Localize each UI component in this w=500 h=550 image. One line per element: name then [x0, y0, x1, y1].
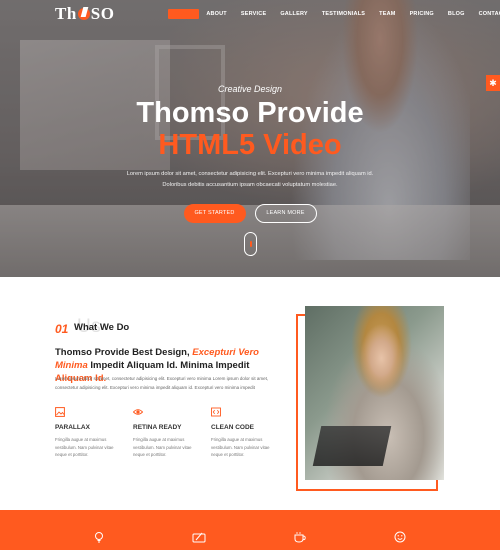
laptop-shape: [312, 426, 392, 466]
feature-text: Fringilla augue at maximus vestibulum. N…: [211, 437, 270, 457]
hero-kicker: Creative Design: [217, 84, 283, 94]
feature-title: PARALLAX: [55, 424, 90, 431]
hero-title-line2: HTML5 Video: [158, 129, 342, 161]
hero-buttons: GET STARTED LEARN MORE: [0, 204, 500, 223]
logo[interactable]: Th SO: [55, 4, 114, 24]
logo-mark-icon: [77, 7, 90, 21]
section-number: 01: [55, 322, 69, 336]
menu-item-about[interactable]: ABOUT: [199, 9, 234, 19]
feature-text: Fringilla augue at maximus vestibulum. N…: [133, 437, 192, 457]
menu-item-blog[interactable]: BLOG: [441, 9, 472, 19]
about-heading-part1: Thomso Provide Best Design,: [55, 347, 190, 358]
drawing-tablet-icon: [192, 530, 206, 543]
menu-item-team[interactable]: TEAM: [372, 9, 402, 19]
feature-list: PARALLAX Fringilla augue at maximus vest…: [55, 407, 295, 459]
top-navigation: Th SO HOME ABOUT SERVICE GALLERY TESTIMO…: [0, 0, 500, 28]
woman-at-laptop-photo: [305, 306, 444, 480]
menu-item-pricing[interactable]: PRICING: [403, 9, 441, 19]
lightbulb-icon: [93, 530, 105, 543]
hero-content: Creative Design Thomso Provide HTML5 Vid…: [0, 84, 500, 223]
logo-text-right: SO: [90, 4, 115, 23]
feature-item: PARALLAX Fringilla augue at maximus vest…: [55, 407, 133, 459]
section-title: What We Do: [74, 322, 130, 333]
hero-title-line1: Thomso Provide: [136, 97, 364, 129]
feature-title: CLEAN CODE: [211, 424, 254, 431]
get-started-button[interactable]: GET STARTED: [183, 204, 246, 223]
hero-lead: Lorem ipsum dolor sit amet, consectetur …: [0, 169, 500, 191]
hero-lead-line1: Lorem ipsum dolor sit amet, consectetur …: [126, 171, 374, 177]
image-icon: [55, 407, 65, 417]
about-heading-part2: Impedit Aliquam Id. Minima Impedit: [90, 360, 250, 371]
menu-item-contact[interactable]: CONTACT US: [472, 9, 500, 19]
menu-item-gallery[interactable]: GALLERY: [273, 9, 314, 19]
scroll-down-icon[interactable]: [244, 232, 257, 256]
main-menu: HOME ABOUT SERVICE GALLERY TESTIMONIALS …: [168, 9, 500, 19]
menu-item-home[interactable]: HOME: [168, 9, 200, 19]
feature-title: RETINA READY: [133, 424, 182, 431]
about-paragraph: Lorem ipsum dolor sit amet, consectetur …: [55, 376, 269, 390]
feature-item: CLEAN CODE Fringilla augue at maximus ve…: [211, 407, 289, 459]
hero-lead-line2: Doloribus debitis accusantium ipsam obca…: [162, 182, 338, 188]
code-icon: [211, 407, 221, 417]
feature-item: RETINA READY Fringilla augue at maximus …: [133, 407, 211, 459]
menu-item-service[interactable]: SERVICE: [234, 9, 273, 19]
hero-section: Th SO HOME ABOUT SERVICE GALLERY TESTIMO…: [0, 0, 500, 277]
feature-text: Fringilla augue at maximus vestibulum. N…: [55, 437, 114, 457]
logo-text-left: Th: [55, 4, 77, 23]
eye-icon: [133, 407, 143, 417]
menu-item-testimonials[interactable]: TESTIMONIALS: [315, 9, 372, 19]
smiley-icon: [394, 530, 406, 543]
services-bar: [0, 510, 500, 550]
learn-more-button[interactable]: LEARN MORE: [254, 204, 317, 223]
coffee-cup-icon: [293, 530, 306, 543]
